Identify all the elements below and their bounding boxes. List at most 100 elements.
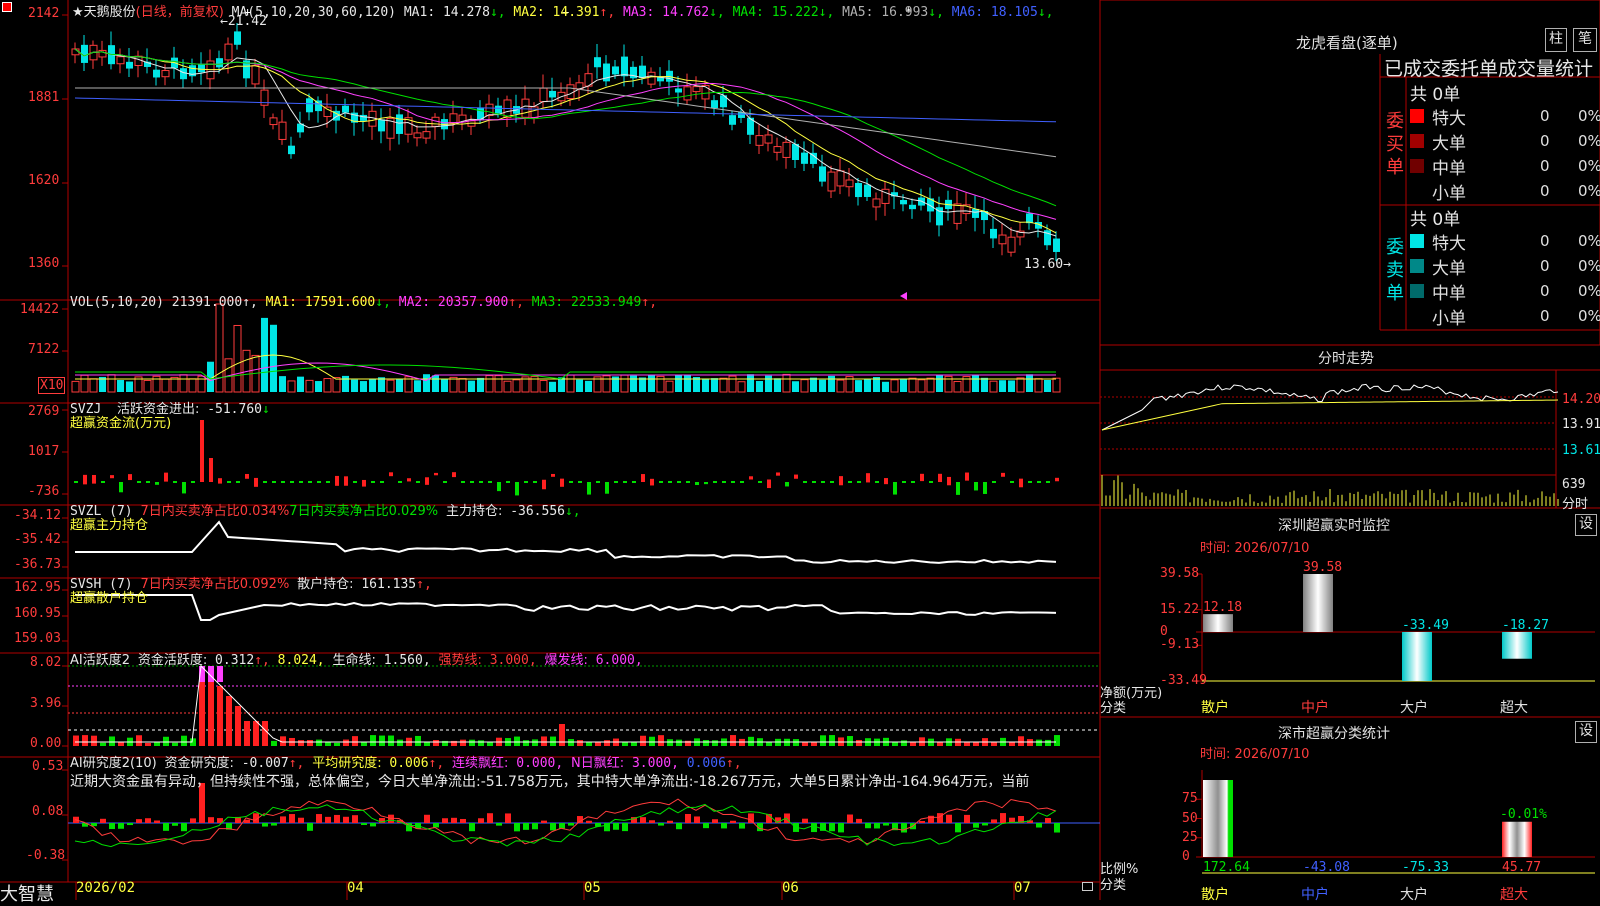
activity-bar [181,735,187,746]
candle [315,100,322,112]
research-bar [748,813,754,823]
activity-bar [748,736,754,746]
research-bar [649,820,655,823]
research-bar [190,818,196,823]
stock-name[interactable]: ★天鹅股份 [72,5,136,20]
order-pct: 0% [1578,157,1600,175]
flow-bar [560,478,564,487]
order-row: 特大 0 0% [1410,229,1600,254]
flow-bar [83,474,87,485]
activity-bar [271,740,277,746]
activity-bar [217,686,223,746]
activity-bar [424,742,430,746]
research-bar [361,823,367,826]
volume-bar [441,378,448,392]
flow-bar [326,481,330,483]
flow-bar [641,474,645,483]
candle [953,203,962,224]
monitor-category: 大户 [1400,700,1428,716]
ai-research-y-tick: -0.38 [26,848,66,863]
research-bar [325,816,331,823]
kline-mode[interactable]: (日线，前复权) [136,5,224,20]
volume-bar [287,380,296,393]
order-type: 大单 [1432,259,1466,279]
volume-bar [792,381,799,392]
flow-bar [965,472,969,481]
volume-bar [684,375,691,392]
classify-y-tick: 25 [1182,829,1198,845]
classify-category: 中户 [1301,887,1329,903]
flow-bar [1055,477,1059,482]
monitor-bar [1303,574,1333,632]
monitor-title: 深圳超赢实时监控 [1278,518,1390,534]
volume-bar [161,378,170,393]
activity-bar [514,736,520,746]
order-type: 大单 [1432,134,1466,154]
candle [378,119,385,132]
research-bar [883,823,889,826]
lock-icon[interactable] [1082,882,1093,891]
volume-bar [890,379,899,393]
activity-bar [631,742,637,746]
flow-bar [245,473,249,479]
volume-bar [494,375,503,393]
flow-bar [488,481,492,483]
candle [909,204,916,210]
research-bar [559,823,565,829]
ai-research-y-tick: 0.53 [32,759,64,774]
activity-bar [523,740,529,746]
activity-bar [1009,741,1015,746]
volume-bar [630,375,637,392]
ma-legend-item: MA3: 22533.949 [523,295,642,310]
classify-settings-button[interactable]: 设 [1575,721,1597,743]
volume-bar [585,380,592,392]
research-bar [685,814,691,823]
vol-multiplier[interactable]: X10 [38,377,66,394]
volume-bar [800,379,809,393]
volume-bar [702,378,709,392]
volume-bar [297,376,304,392]
candle [134,55,143,66]
activity-bar [901,740,907,746]
monitor-settings-button[interactable]: 设 [1575,514,1597,536]
activity-bar [262,721,268,746]
activity-bar [667,739,673,746]
classify-title: 深市超赢分类统计 [1278,726,1390,742]
app-logo[interactable]: 大智慧 [0,880,54,906]
classify-annotation: -0.01% [1500,807,1547,822]
candle [864,184,871,197]
menu-square-icon[interactable] [2,1,12,16]
order-count: 0 [1540,182,1550,200]
time-axis-label: 2026/02 [76,880,136,896]
orders-title: 龙虎看盘(逐单) [1296,34,1398,52]
research-bar [460,818,466,823]
research-bar [289,814,295,823]
monitor-bar [1402,632,1432,681]
flow-bar [758,481,762,483]
tick-toggle-button[interactable]: 笔 [1573,28,1597,52]
order-pct: 0% [1578,107,1600,125]
activity-bar [361,742,367,746]
activity-bar [343,739,349,746]
volume-bar [917,379,926,393]
activity-bar [109,736,115,746]
candle [413,132,422,139]
classify-x-label: 分类 [1100,878,1127,893]
volume-bar [279,376,286,392]
volume-bar [737,381,746,393]
flow-bar [263,481,267,483]
flow-bar [659,481,663,483]
research-bar [829,823,835,832]
volume-bar [855,380,862,392]
activity-bar [334,742,340,746]
bar-toggle-button[interactable]: 柱 [1545,28,1567,52]
volume-bar [1034,378,1043,393]
svzl-y-tick: -34.12 [14,508,61,523]
flow-bar [533,481,537,483]
order-row: 小单 0 0% [1410,179,1600,204]
activity-bar [676,739,682,746]
volume-bar [602,375,611,393]
flow-bar [1019,478,1023,488]
candle [360,114,367,121]
low-marker: 13.60→ [1024,257,1071,272]
